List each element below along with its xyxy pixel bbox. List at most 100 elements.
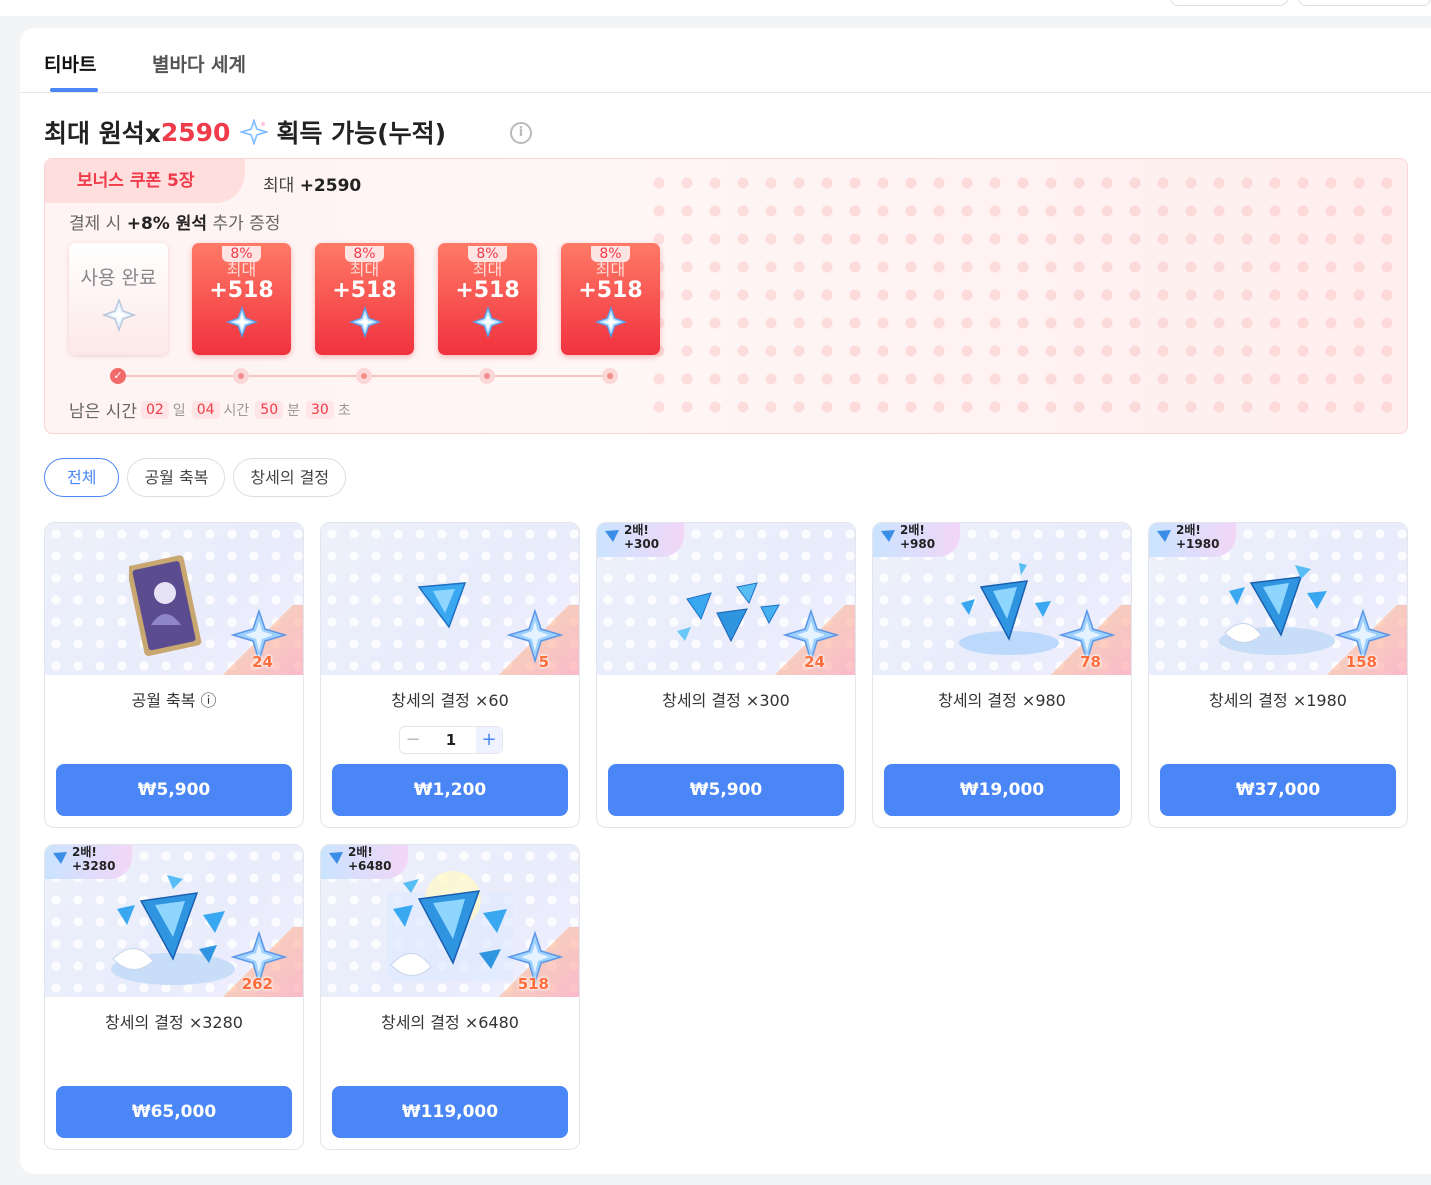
buy-button[interactable]: ₩65,000 (56, 1086, 292, 1138)
product-card[interactable]: 5 창세의 결정 ×60 − 1 + ₩1,200 (320, 522, 580, 828)
filter-welkin[interactable]: 공월 축복 (127, 458, 226, 497)
buy-button[interactable]: ₩37,000 (1160, 764, 1396, 816)
info-icon[interactable]: i (510, 122, 532, 144)
coupon-max: 최대 +2590 (263, 176, 362, 196)
crystal-icon (1219, 565, 1335, 655)
coupon-card: 8% 최대 +518 (438, 243, 537, 355)
timer-hours: 04 (191, 400, 220, 419)
progress-dot-done: ✓ (110, 368, 126, 384)
crystal-icon (881, 530, 895, 542)
product-name: 창세의 결정 ×300 (662, 691, 790, 710)
tab-teyvat[interactable]: 티바트 (44, 50, 96, 77)
double-bonus-badge: 2배! +3280 (45, 845, 132, 879)
badge-title: 2배! (900, 523, 925, 537)
product-card[interactable]: 518 2배! +6480 창세의 결정 ×6480 ₩119,000 (320, 844, 580, 1150)
primogem-icon (101, 298, 136, 332)
timer-days: 02 (140, 400, 169, 419)
product-name: 창세의 결정 ×6480 (381, 1013, 519, 1032)
buy-button[interactable]: ₩5,900 (56, 764, 292, 816)
coupon-max-label: 최대 (226, 260, 257, 279)
welkin-card-icon (129, 555, 202, 656)
coupon-card-used: 사용 완료 (69, 243, 168, 355)
crystal-icon (677, 582, 780, 643)
product-card[interactable]: 24 2배! +300 창세의 결정 ×300 ₩5,900 (596, 522, 856, 828)
filter-genesis-crystal[interactable]: 창세의 결정 (233, 458, 347, 497)
coupon-card: 8% 최대 +518 (192, 243, 291, 355)
product-card[interactable]: 78 2배! +980 창세의 결정 ×980 ₩19,000 (872, 522, 1132, 828)
double-bonus-badge: 2배! +1980 (1149, 523, 1236, 557)
double-bonus-badge: 2배! +300 (597, 523, 684, 557)
top-menu-button[interactable] (1170, 0, 1288, 6)
crystal-icon (959, 563, 1059, 655)
tab-star-sea[interactable]: 별바다 세계 (152, 50, 246, 77)
crystal-icon (506, 609, 564, 664)
timer-minutes: 50 (255, 400, 284, 419)
increment-button[interactable]: + (476, 727, 502, 753)
double-bonus-badge: 2배! +6480 (321, 845, 408, 879)
title-amount: 2590 (160, 117, 231, 147)
product-qty: 158 (1345, 653, 1377, 671)
remaining-time: 남은 시간 02 일 04 시간 50 분 30 초 (69, 397, 353, 422)
badge-title: 2배! (348, 845, 373, 859)
product-qty: 262 (241, 975, 273, 993)
product-image: 5 (321, 523, 579, 675)
check-icon: ✓ (113, 369, 123, 382)
primogem-icon (471, 306, 504, 338)
title-suffix: 획득 가능(누적) (276, 119, 446, 148)
crystal-icon (417, 582, 467, 629)
star-pattern (645, 169, 1405, 429)
product-qty: 518 (517, 975, 549, 993)
coupon-count-tab: 보너스 쿠폰 5장 (45, 159, 245, 203)
product-name: 창세의 결정 ×1980 (1209, 691, 1347, 710)
product-card[interactable]: 158 2배! +1980 창세의 결정 ×1980 ₩37,000 (1148, 522, 1408, 828)
coupon-max-label: 최대 (472, 260, 503, 279)
badge-amount: +1980 (1176, 537, 1220, 551)
product-name: 공월 축복 ⓘ (131, 691, 217, 710)
coupon-card: 8% 최대 +518 (561, 243, 660, 355)
product-card[interactable]: 24 공월 축복 ⓘ ₩5,900 (44, 522, 304, 828)
product-qty: 5 (538, 653, 549, 671)
crystal-icon (329, 852, 343, 864)
filter-all[interactable]: 전체 (44, 458, 120, 497)
page-title: 최대 원석x 2590 획득 가능(누적) (44, 114, 446, 150)
quantity-value: 1 (445, 731, 457, 749)
primogem-icon (225, 306, 258, 338)
crystal-icon (53, 852, 67, 864)
decrement-button[interactable]: − (400, 727, 426, 753)
product-qty: 78 (1080, 653, 1101, 671)
primogem-icon (240, 119, 269, 145)
buy-button[interactable]: ₩1,200 (332, 764, 568, 816)
product-name: 창세의 결정 ×980 (938, 691, 1066, 710)
primogem-icon (348, 306, 381, 338)
progress-dot (602, 368, 618, 384)
badge-amount: +980 (900, 537, 936, 551)
timer-seconds: 30 (306, 400, 334, 419)
coupon-card: 8% 최대 +518 (315, 243, 414, 355)
region-tabs: 티바트 별바다 세계 (20, 28, 1431, 93)
buy-button[interactable]: ₩119,000 (332, 1086, 568, 1138)
quantity-stepper: − 1 + (399, 726, 503, 754)
crystal-icon (1157, 530, 1171, 542)
used-label: 사용 완료 (80, 267, 157, 289)
product-image: 24 (45, 523, 303, 675)
badge-amount: +6480 (348, 859, 392, 873)
product-card[interactable]: 262 2배! +3280 창세의 결정 ×3280 ₩65,000 (44, 844, 304, 1150)
category-filters: 전체 공월 축복 창세의 결정 (44, 458, 347, 497)
buy-button[interactable]: ₩5,900 (608, 764, 844, 816)
coupon-max-label: 최대 (595, 260, 626, 279)
crystal-icon (605, 530, 619, 542)
double-bonus-badge: 2배! +980 (873, 523, 960, 557)
title-prefix: 최대 원석x (44, 119, 161, 148)
crystal-icon (111, 875, 235, 985)
progress-dot (479, 368, 495, 384)
coupon-max-label: 최대 (349, 260, 380, 279)
product-name: 창세의 결정 ×60 (391, 691, 509, 710)
progress-dot (233, 368, 249, 384)
timer-label: 남은 시간 (69, 402, 137, 422)
payment-note: 결제 시 +8% 원석 추가 증정 (69, 214, 281, 234)
top-menu-button[interactable] (1298, 0, 1431, 6)
coupon-amount: +518 (332, 278, 397, 303)
buy-button[interactable]: ₩19,000 (884, 764, 1120, 816)
badge-title: 2배! (624, 523, 649, 537)
product-qty: 24 (804, 653, 825, 671)
